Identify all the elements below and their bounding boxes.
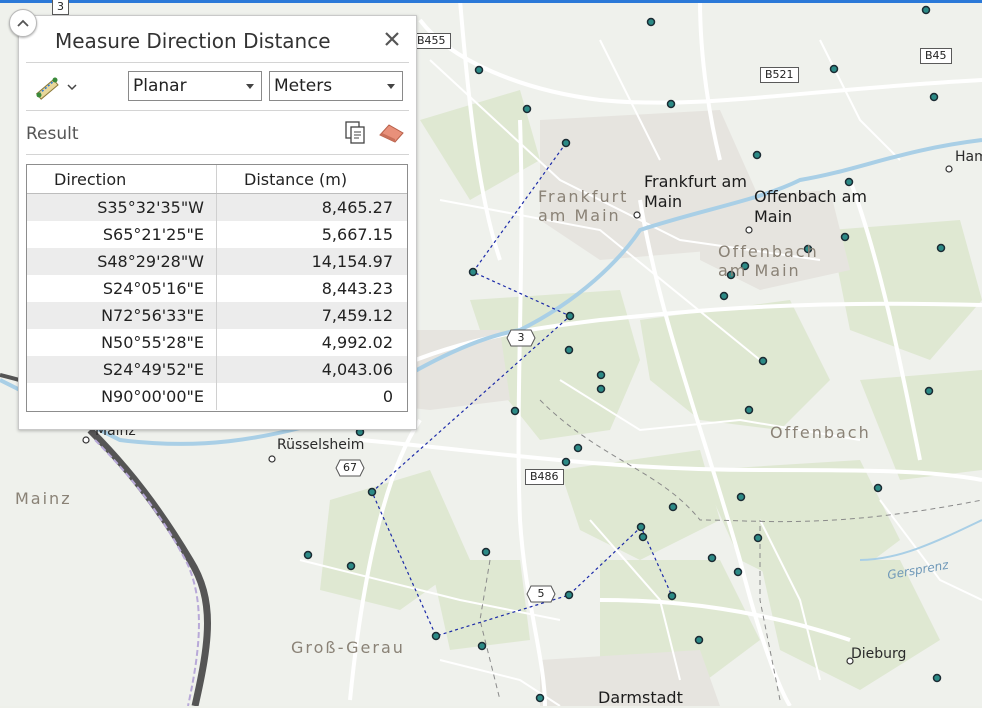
label-gross-gerau: Groß-Gerau: [291, 638, 405, 657]
label-russelsheim: Rüsselsheim: [277, 437, 365, 453]
road-shield-b521: B521: [760, 67, 799, 83]
close-button[interactable]: [381, 28, 403, 50]
distance-cell: 14,154.97: [311, 252, 393, 271]
clear-button[interactable]: [377, 121, 405, 143]
measure-direction-distance-panel: Measure Direction Distance Planar Meters…: [18, 15, 417, 430]
road-shield-a67: 67: [335, 459, 365, 477]
distance-cell: 4,992.02: [321, 333, 393, 352]
direction-cell: S48°29'28"W: [27, 248, 217, 275]
mode-dropdown[interactable]: Planar: [128, 71, 262, 101]
direction-cell: N72°56'33"E: [27, 302, 217, 329]
chevron-down-icon: [67, 84, 77, 91]
dropdown-caret-icon: [246, 84, 254, 89]
table-row[interactable]: N50°55'28"E 4,992.02: [27, 329, 407, 356]
table-row[interactable]: S65°21'25"E 5,667.15: [27, 221, 407, 248]
label-offenbach-city: Offenbach am Main: [754, 187, 867, 226]
label-dieburg: Dieburg: [851, 646, 907, 662]
table-row[interactable]: S24°49'52"E 4,043.06: [27, 356, 407, 383]
road-shield-a67-label: 67: [343, 461, 357, 474]
dropdown-caret-icon: [387, 84, 395, 89]
distance-cell: 8,443.23: [321, 279, 393, 298]
column-header-distance[interactable]: Distance (m): [217, 165, 407, 193]
distance-cell: 4,043.06: [321, 360, 393, 379]
distance-cell: 5,667.15: [321, 225, 393, 244]
divider: [26, 154, 409, 155]
label-offenbach-area: Offenbach am Main: [718, 242, 819, 280]
collapse-button[interactable]: [9, 9, 37, 37]
table-body: S35°32'35"W 8,465.27 S65°21'25"E 5,667.15 …: [27, 194, 407, 410]
label-mainz-district: Mainz: [15, 489, 72, 508]
distance-cell: 0: [382, 387, 393, 406]
direction-cell: S35°32'35"W: [27, 194, 217, 221]
road-shield-b455: B455: [412, 33, 451, 49]
road-shield-b45: B45: [920, 48, 952, 64]
eraser-icon: [379, 124, 404, 143]
copy-icon: [345, 121, 365, 144]
measure-ruler-icon: [35, 77, 59, 100]
measure-tool-button[interactable]: [33, 72, 89, 102]
road-shield-top: 3: [52, 0, 69, 15]
road-shield-a5: 5: [526, 585, 556, 603]
chevron-up-icon: [17, 19, 29, 27]
direction-cell: S24°49'52"E: [27, 356, 217, 383]
label-offenbach-district: Offenbach: [770, 423, 871, 442]
table-header: Direction Distance (m): [27, 165, 407, 194]
table-row[interactable]: S35°32'35"W 8,465.27: [27, 194, 407, 221]
direction-cell: N90°00'00"E: [27, 383, 217, 410]
result-label: Result: [26, 124, 79, 144]
divider: [26, 62, 409, 63]
copy-button[interactable]: [344, 121, 366, 145]
panel-title: Measure Direction Distance: [55, 29, 331, 53]
distance-cell: 7,459.12: [321, 306, 393, 325]
road-shield-b486: B486: [525, 469, 564, 485]
column-header-direction[interactable]: Direction: [27, 165, 217, 193]
direction-cell: S24°05'16"E: [27, 275, 217, 302]
unit-dropdown-value: Meters: [274, 76, 333, 96]
label-frankfurt-city: Frankfurt am Main: [644, 172, 747, 211]
distance-cell: 8,465.27: [321, 198, 393, 217]
unit-dropdown[interactable]: Meters: [269, 71, 403, 101]
label-ham: Ham: [955, 149, 982, 165]
label-frankfurt-district: Frankfurt am Main: [538, 187, 629, 225]
table-row[interactable]: S48°29'28"W 14,154.97: [27, 248, 407, 275]
label-darmstadt: Darmstadt: [598, 688, 683, 707]
mode-dropdown-value: Planar: [133, 76, 187, 96]
road-shield-a3-label: 3: [517, 331, 525, 344]
results-table: Direction Distance (m) S35°32'35"W 8,465.…: [26, 164, 408, 412]
table-row[interactable]: N72°56'33"E 7,459.12: [27, 302, 407, 329]
divider: [26, 110, 409, 111]
close-icon: [385, 32, 399, 46]
road-shield-a5-label: 5: [537, 587, 545, 600]
direction-cell: N50°55'28"E: [27, 329, 217, 356]
direction-cell: S65°21'25"E: [27, 221, 217, 248]
table-row[interactable]: N90°00'00"E 0: [27, 383, 407, 410]
accent-bar: [0, 0, 982, 3]
table-row[interactable]: S24°05'16"E 8,443.23: [27, 275, 407, 302]
road-shield-a3: 3: [506, 329, 536, 347]
